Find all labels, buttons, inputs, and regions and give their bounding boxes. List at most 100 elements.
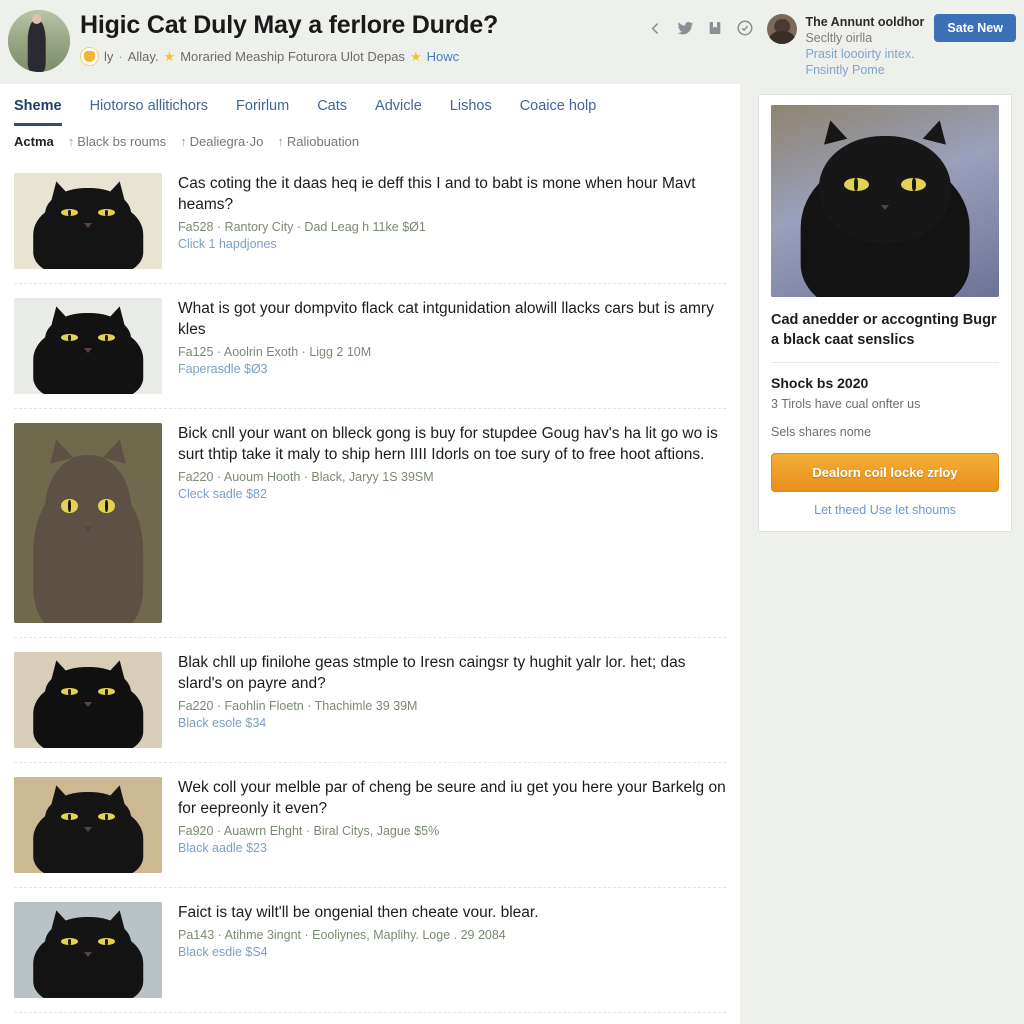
list-item-title[interactable]: Blak chll up finilohe geas stmple to Ire… [178, 652, 726, 694]
cat-nose [84, 527, 92, 532]
tab-forirlum[interactable]: Forirlum [236, 98, 289, 126]
cat-eye-left [61, 209, 78, 217]
cat-nose [84, 347, 92, 353]
sub-nav-item[interactable]: ↑ Dealiegra·Jo [180, 134, 263, 149]
tab-cats[interactable]: Cats [317, 98, 347, 126]
list-item-meta: Fa220 · Faohlin Floetn · Thachimle 39 39… [178, 699, 418, 713]
list-item-subtext[interactable]: Black esole $34 [178, 715, 726, 732]
arrow-up-icon: ↑ [277, 134, 284, 149]
list-item-thumbnail[interactable] [14, 173, 162, 269]
sub-nav-item-label: Dealiegra·Jo [189, 134, 264, 149]
promo-card-image[interactable] [771, 105, 999, 297]
sub-nav-item[interactable]: ↑ Raliobuation [277, 134, 359, 149]
promo-card-paragraph-2: Sels shares nome [771, 425, 872, 439]
cat-nose [881, 204, 889, 210]
list-item-subtext[interactable]: Cleck sadle $82 [178, 486, 726, 503]
list-item-title[interactable]: Wek coll your melble par of cheng be seu… [178, 777, 726, 819]
header-icon-row [645, 14, 755, 38]
user-avatar-body [769, 31, 796, 44]
tab-sheme[interactable]: Sheme [14, 98, 62, 126]
tab-coaice-holp[interactable]: Coaice holp [520, 98, 597, 126]
list-item-thumbnail[interactable] [14, 423, 162, 623]
user-subtitle: Secltly oirlla [805, 31, 873, 45]
cat-head [818, 135, 952, 244]
cat-eye-left [61, 334, 78, 342]
tab-hiotorso-allitichors[interactable]: Hiotorso allitichors [90, 98, 208, 126]
author-avatar[interactable] [8, 10, 70, 72]
share-icon[interactable] [645, 18, 665, 38]
header-main: Higic Cat Duly May a ferlore Durde? ly ·… [80, 8, 645, 66]
save-flag-icon[interactable] [705, 18, 725, 38]
list-item-subtext[interactable]: Black esdie $S4 [178, 944, 726, 961]
page-header: Higic Cat Duly May a ferlore Durde? ly ·… [0, 0, 1024, 84]
sub-nav-item[interactable]: ↑ Black bs roums [68, 134, 166, 149]
promo-card-divider [771, 362, 999, 363]
award-badge-icon [80, 47, 99, 66]
list-item-body: Faict is tay wilt'll be ongenial then ch… [178, 902, 726, 998]
circle-check-icon[interactable] [735, 18, 755, 38]
cat-nose [84, 701, 92, 707]
list-item[interactable]: Cas coting the it daas heq ie deff this … [14, 159, 726, 284]
save-new-button[interactable]: Sate New [934, 14, 1016, 42]
list-item-subtext[interactable]: Faperasdle $Ø3 [178, 361, 726, 378]
list-item[interactable]: Blak chll up finilohe geas stmple to Ire… [14, 638, 726, 763]
list-item-meta: Pa143 · Atihme 3ingnt · Eooliynes, Mapli… [178, 928, 506, 942]
tab-advicle[interactable]: Advicle [375, 98, 422, 126]
main-content: Sheme Hiotorso allitichors Forirlum Cats Adv… [0, 84, 740, 1024]
list-item[interactable]: Wek coll your melble par of cheng be seu… [14, 763, 726, 888]
arrow-up-icon: ↑ [67, 134, 75, 149]
sub-nav-lead: Actma [14, 134, 54, 149]
cat-head [45, 455, 131, 567]
list-item[interactable]: Bick cnll your want on blleck gong is bu… [14, 409, 726, 638]
user-avatar[interactable] [767, 14, 798, 44]
page-body: Sheme Hiotorso allitichors Forirlum Cats Adv… [0, 84, 1024, 1024]
cat-eye-left [61, 688, 78, 696]
star-icon: ★ [163, 49, 176, 64]
list-item-thumbnail[interactable] [14, 298, 162, 394]
user-link-1[interactable]: Prasit loooirty intex. [805, 47, 914, 61]
sub-nav-item-label: Black bs roums [77, 134, 167, 149]
list-item-title[interactable]: Faict is tay wilt'll be ongenial then ch… [178, 902, 726, 923]
cat-illustration [14, 298, 162, 394]
list-item-title[interactable]: Cas coting the it daas heq ie deff this … [178, 173, 726, 215]
user-link-2[interactable]: Fnsintly Pome [805, 63, 884, 77]
cat-illustration [14, 902, 162, 998]
list-item-title[interactable]: What is got your dompvito flack cat intg… [178, 298, 726, 340]
cat-head [45, 917, 131, 972]
cat-nose [84, 222, 92, 228]
sub-nav-item-label: Raliobuation [286, 134, 360, 149]
cat-eye-right [98, 334, 115, 342]
twitter-icon[interactable] [675, 18, 695, 38]
byline-author[interactable]: ly [104, 49, 113, 64]
promo-secondary-link[interactable]: Let theed Use let shoums [771, 503, 999, 517]
list-item-title[interactable]: Bick cnll your want on blleck gong is bu… [178, 423, 726, 465]
promo-card-paragraph: 3 Tirols have cual onfter us [771, 397, 921, 411]
list-item[interactable]: What is got your dompvito flack cat intg… [14, 284, 726, 409]
header-right: The Annunt ooldhor Secltly oirlla Prasit… [645, 8, 1024, 78]
tab-bar: Sheme Hiotorso allitichors Forirlum Cats Adv… [0, 84, 740, 126]
cat-eye-left [61, 938, 78, 946]
cat-eye-right [98, 813, 115, 821]
byline-separator: · [118, 49, 123, 64]
cat-head [45, 188, 131, 243]
cat-illustration [14, 777, 162, 873]
byline-link[interactable]: Howc [427, 49, 460, 64]
cat-eye-right [98, 688, 115, 696]
star-icon-2: ★ [409, 49, 422, 64]
promo-card-heading: Shock bs 2020 [771, 375, 869, 391]
list-item-thumbnail[interactable] [14, 902, 162, 998]
list-item-subtext[interactable]: Click 1 hapdjones [178, 236, 726, 253]
list-item-meta: Fa125 · Aoolrin Exoth · Ligg 2 10M [178, 345, 372, 359]
promo-cta-button[interactable]: Dealorn coil locke zrloy [771, 453, 999, 492]
list-item[interactable]: Faict is tay wilt'll be ongenial then ch… [14, 888, 726, 1013]
list-item-thumbnail[interactable] [14, 652, 162, 748]
list-item-body: Cas coting the it daas heq ie deff this … [178, 173, 726, 269]
cat-illustration [14, 652, 162, 748]
cat-eye-right [98, 938, 115, 946]
promo-card: Cad anedder or accognting Bugr a black c… [758, 94, 1012, 532]
page-title: Higic Cat Duly May a ferlore Durde? [80, 11, 499, 39]
list-item-subtext[interactable]: Black aadle $23 [178, 840, 726, 857]
list-item-thumbnail[interactable] [14, 777, 162, 873]
byline-group[interactable]: Allay. [128, 49, 159, 64]
tab-lishos[interactable]: Lishos [450, 98, 492, 126]
